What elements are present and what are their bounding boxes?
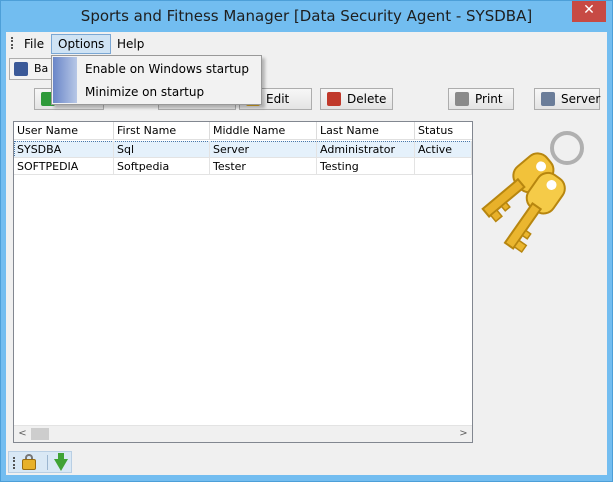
cell-last-name: Testing <box>317 158 415 175</box>
status-grip-icon[interactable] <box>13 457 16 469</box>
cell-status: Active <box>415 141 472 158</box>
print-button-label: Print <box>475 92 503 106</box>
cell-first-name: Softpedia <box>114 158 210 175</box>
cell-last-name: Administrator <box>317 141 415 158</box>
cell-middle-name: Tester <box>210 158 317 175</box>
print-button[interactable]: Print <box>448 88 514 110</box>
app-window: Sports and Fitness Manager [Data Securit… <box>0 0 613 482</box>
cell-first-name: Sql <box>114 141 210 158</box>
save-icon <box>14 62 28 76</box>
grid-header: User Name First Name Middle Name Last Na… <box>14 122 472 140</box>
close-button[interactable]: ✕ <box>572 1 606 22</box>
scroll-left-icon[interactable]: < <box>14 426 31 442</box>
status-toolbar <box>8 451 72 473</box>
column-header-first-name[interactable]: First Name <box>114 122 210 140</box>
delete-button[interactable]: Delete <box>320 88 393 110</box>
menu-item-enable-on-windows-startup[interactable]: Enable on Windows startup <box>85 58 249 80</box>
title-bar[interactable]: Sports and Fitness Manager [Data Securit… <box>1 1 612 32</box>
window-title: Sports and Fitness Manager [Data Securit… <box>80 7 533 25</box>
server-icon <box>541 92 555 106</box>
menu-file[interactable]: File <box>18 34 50 54</box>
options-dropdown-menu: Enable on Windows startup Minimize on st… <box>51 55 262 105</box>
delete-user-icon <box>327 92 341 106</box>
cell-user-name: SYSDBA <box>14 141 114 158</box>
scroll-right-icon[interactable]: > <box>455 426 472 442</box>
download-icon[interactable] <box>54 459 68 471</box>
table-row[interactable]: SYSDBA Sql Server Administrator Active <box>14 141 472 158</box>
column-header-last-name[interactable]: Last Name <box>317 122 415 140</box>
back-button-label: Ba <box>34 62 49 75</box>
menu-side-strip <box>53 57 77 103</box>
status-bar <box>6 449 607 475</box>
users-grid[interactable]: User Name First Name Middle Name Last Na… <box>13 121 473 443</box>
menu-bar: File Options Help <box>6 32 607 54</box>
column-header-user-name[interactable]: User Name <box>14 122 114 140</box>
column-header-status[interactable]: Status <box>415 122 472 140</box>
status-separator <box>47 455 48 470</box>
cell-status <box>415 158 472 175</box>
table-row[interactable]: SOFTPEDIA Softpedia Tester Testing <box>14 158 472 175</box>
server-button-label: Server <box>561 92 601 106</box>
keys-icon <box>481 131 584 254</box>
menu-item-minimize-on-startup[interactable]: Minimize on startup <box>85 81 204 103</box>
printer-icon <box>455 92 469 106</box>
menu-help[interactable]: Help <box>111 34 150 54</box>
edit-button-label: Edit <box>266 92 290 106</box>
lock-icon[interactable] <box>22 459 36 470</box>
delete-button-label: Delete <box>347 92 387 106</box>
scroll-thumb[interactable] <box>31 428 49 440</box>
cell-user-name: SOFTPEDIA <box>14 158 114 175</box>
column-header-middle-name[interactable]: Middle Name <box>210 122 317 140</box>
cell-middle-name: Server <box>210 141 317 158</box>
horizontal-scrollbar[interactable]: < > <box>14 425 472 442</box>
menu-options[interactable]: Options <box>51 34 112 54</box>
server-button[interactable]: Server <box>534 88 600 110</box>
menu-grip-icon[interactable] <box>11 37 14 49</box>
